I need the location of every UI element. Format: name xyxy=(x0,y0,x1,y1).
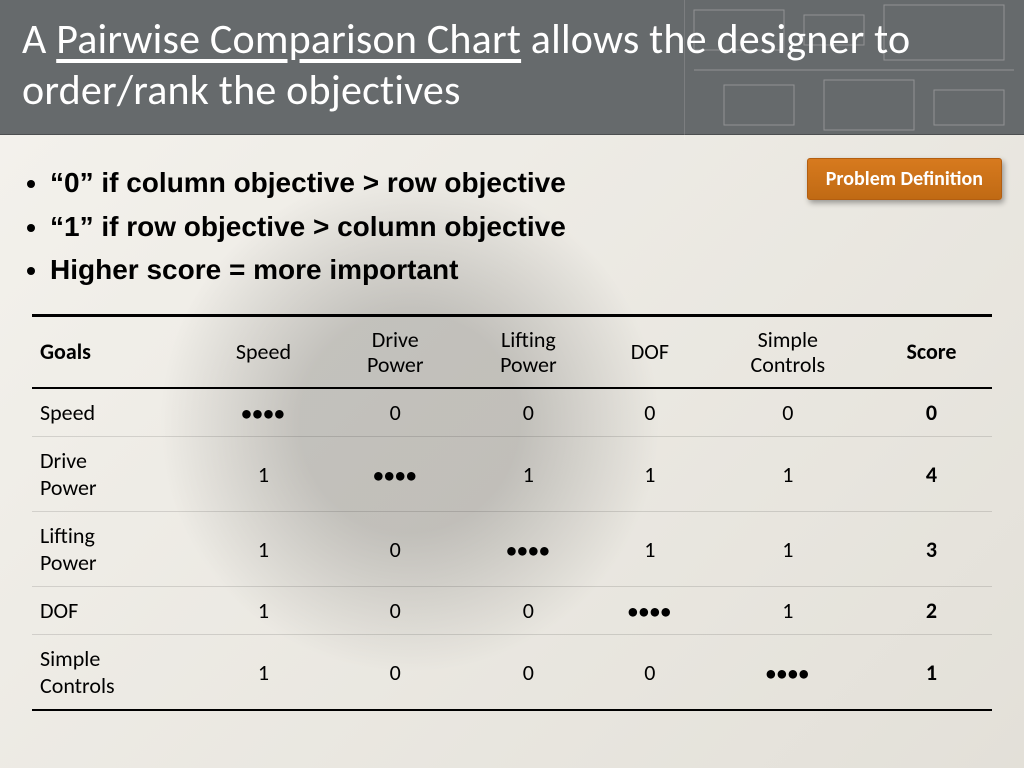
row-score: 4 xyxy=(871,437,992,512)
table-cell: 0 xyxy=(705,388,871,437)
table-cell: 1 xyxy=(705,512,871,587)
table-cell: •••• xyxy=(198,388,328,437)
col-lifting: LiftingPower xyxy=(462,315,595,388)
col-score: Score xyxy=(871,315,992,388)
table-body: Speed••••00000DrivePower1••••1114Lifting… xyxy=(32,388,992,710)
table-cell: 1 xyxy=(462,437,595,512)
table-row: DOF100••••12 xyxy=(32,587,992,635)
col-simple: SimpleControls xyxy=(705,315,871,388)
table-row: DrivePower1••••1114 xyxy=(32,437,992,512)
table-cell: 0 xyxy=(329,512,462,587)
col-goals: Goals xyxy=(32,315,198,388)
col-speed: Speed xyxy=(198,315,328,388)
table-row: LiftingPower10••••113 xyxy=(32,512,992,587)
row-score: 3 xyxy=(871,512,992,587)
table-cell: 1 xyxy=(198,512,328,587)
table-cell: 1 xyxy=(198,437,328,512)
row-score: 0 xyxy=(871,388,992,437)
title-pre: A xyxy=(22,14,56,65)
row-label: LiftingPower xyxy=(32,512,198,587)
table-cell: •••• xyxy=(705,635,871,711)
table-header-row: Goals Speed DrivePower LiftingPower DOF … xyxy=(32,315,992,388)
content-area: “0” if column objective > row objective … xyxy=(0,135,1024,711)
table-cell: 1 xyxy=(705,587,871,635)
table-cell: •••• xyxy=(329,437,462,512)
table-cell: 0 xyxy=(329,635,462,711)
table-cell: 1 xyxy=(595,512,705,587)
table-row: SimpleControls1000••••1 xyxy=(32,635,992,711)
table-cell: 0 xyxy=(462,635,595,711)
table-cell: 1 xyxy=(198,587,328,635)
col-drive: DrivePower xyxy=(329,315,462,388)
row-score: 1 xyxy=(871,635,992,711)
col-dof: DOF xyxy=(595,315,705,388)
table-cell: 0 xyxy=(595,388,705,437)
row-label: SimpleControls xyxy=(32,635,198,711)
pairwise-comparison-table: Goals Speed DrivePower LiftingPower DOF … xyxy=(32,314,992,712)
row-score: 2 xyxy=(871,587,992,635)
table-cell: 1 xyxy=(595,437,705,512)
title-underlined: Pairwise Comparison Chart xyxy=(56,14,521,65)
table-cell: •••• xyxy=(595,587,705,635)
table-cell: 0 xyxy=(462,587,595,635)
problem-definition-badge: Problem Definition xyxy=(807,158,1002,200)
table-row: Speed••••00000 xyxy=(32,388,992,437)
row-label: DrivePower xyxy=(32,437,198,512)
row-label: DOF xyxy=(32,587,198,635)
table-cell: 0 xyxy=(329,587,462,635)
slide-title: A Pairwise Comparison Chart allows the d… xyxy=(22,14,1002,116)
table-cell: 0 xyxy=(595,635,705,711)
table-cell: 1 xyxy=(705,437,871,512)
title-bar: A Pairwise Comparison Chart allows the d… xyxy=(0,0,1024,135)
table-cell: 1 xyxy=(198,635,328,711)
rule-item: Higher score = more important xyxy=(50,248,992,291)
rule-item: “1” if row objective > column objective xyxy=(50,205,992,248)
table-cell: 0 xyxy=(329,388,462,437)
table-cell: 0 xyxy=(462,388,595,437)
table-cell: •••• xyxy=(462,512,595,587)
row-label: Speed xyxy=(32,388,198,437)
